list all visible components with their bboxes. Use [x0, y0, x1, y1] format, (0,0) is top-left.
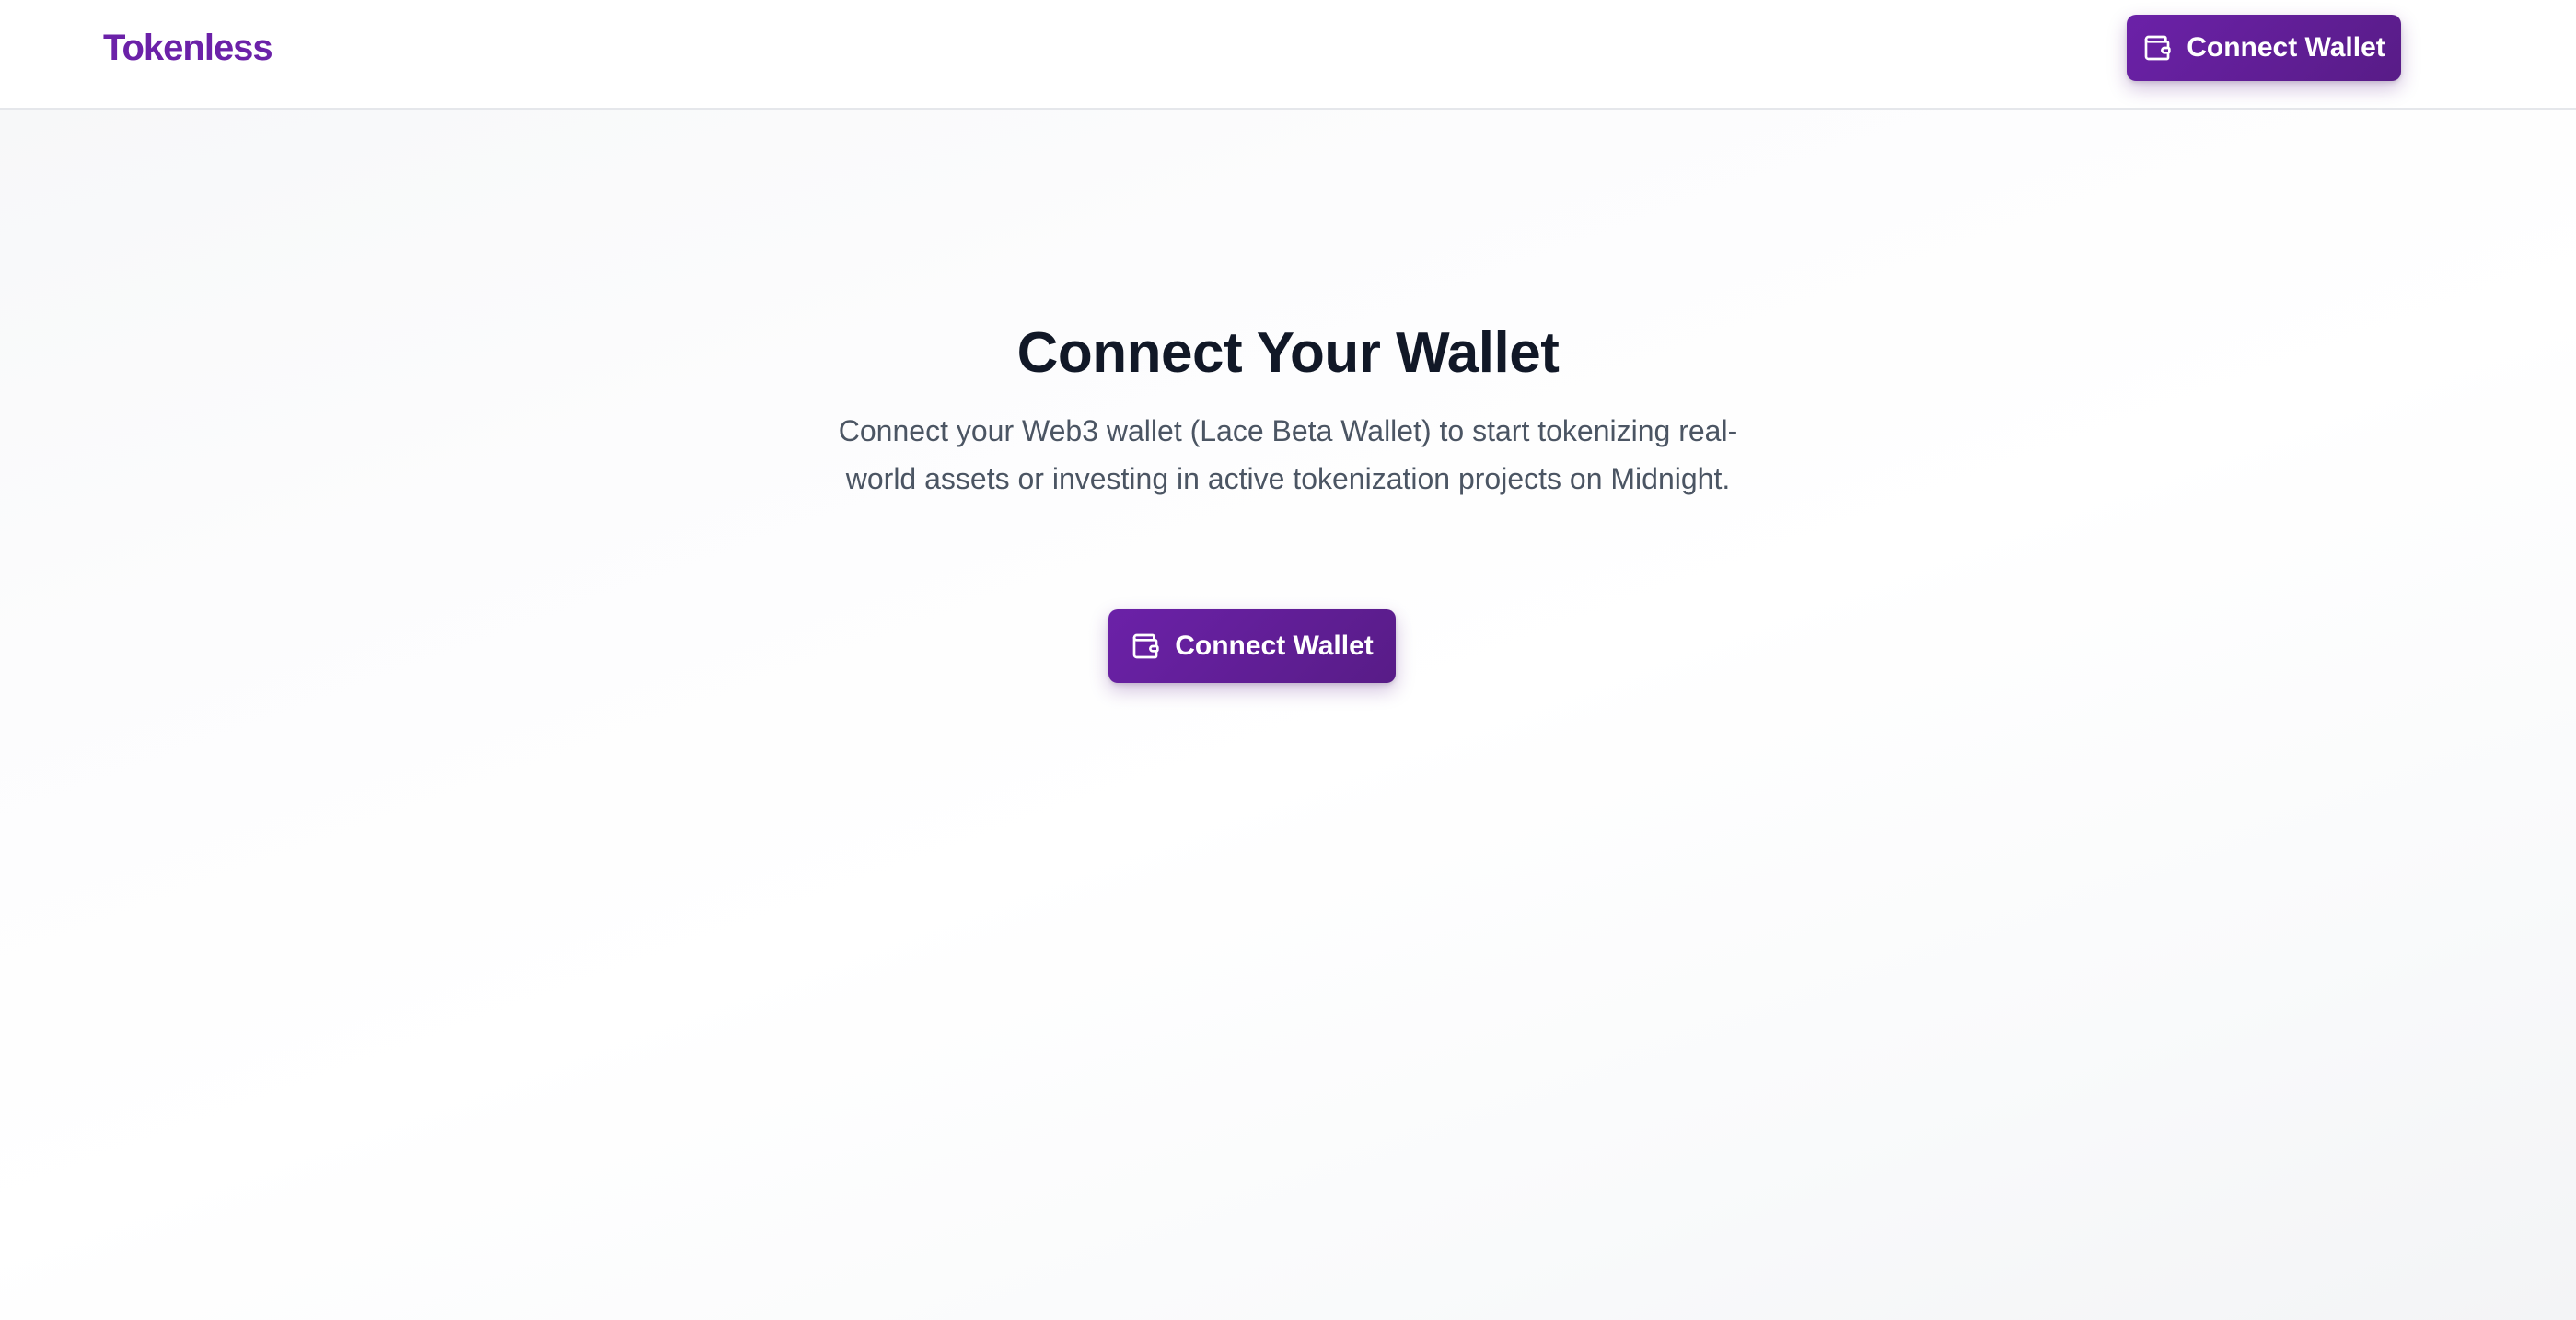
header-connect-wallet-label: Connect Wallet	[2187, 32, 2385, 63]
wallet-icon	[1131, 631, 1160, 661]
main-connect-wallet-label: Connect Wallet	[1175, 631, 1374, 661]
header-connect-wallet-button[interactable]: Connect Wallet	[2127, 15, 2401, 81]
main-connect-wallet-button[interactable]: Connect Wallet	[1108, 609, 1396, 683]
top-navbar: Tokenless Connect Wallet	[0, 0, 2576, 110]
wallet-icon	[2142, 33, 2172, 63]
page-title: Connect Your Wallet	[1016, 321, 1560, 385]
page-description: Connect your Web3 wallet (Lace Beta Wall…	[838, 414, 1738, 495]
brand-logo[interactable]: Tokenless	[103, 24, 273, 72]
